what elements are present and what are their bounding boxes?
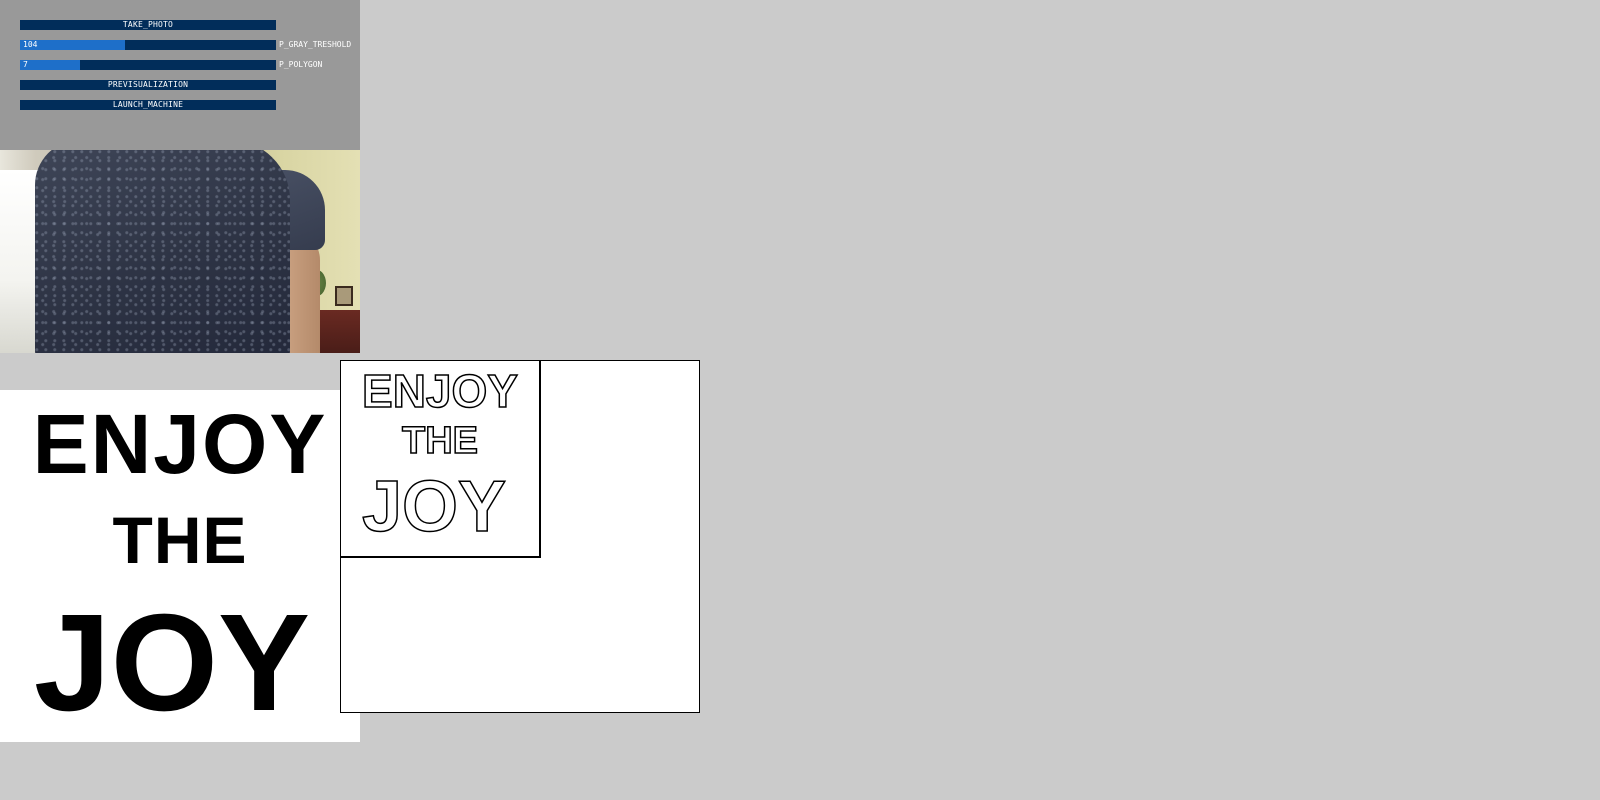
polygon-fill	[20, 60, 81, 70]
preview-line-enjoy: ENJOY	[361, 364, 518, 418]
camera-shirt	[35, 150, 290, 353]
source-line-enjoy: ENJOY	[32, 397, 328, 491]
source-line-joy: JOY	[33, 586, 311, 740]
gray-threshold-slider[interactable]: 104	[20, 40, 276, 50]
take-photo-button[interactable]: TAKE_PHOTO	[20, 20, 276, 30]
previsualization-label: PREVISUALIZATION	[107, 80, 189, 89]
launch-machine-label: LAUNCH_MACHINE	[112, 100, 184, 109]
previsualization-button[interactable]: PREVISUALIZATION	[20, 80, 276, 90]
polygon-value: 7	[23, 60, 28, 69]
polygon-label: P_POLYGON	[279, 60, 323, 69]
take-photo-label: TAKE_PHOTO	[122, 20, 174, 29]
preview-line-the: THE	[401, 419, 479, 463]
app-window: TAKE_PHOTO 104 P_GRAY_TRESHOLD 7 P_POLYG…	[0, 0, 1600, 800]
launch-machine-button[interactable]: LAUNCH_MACHINE	[20, 100, 276, 110]
source-line-the: THE	[112, 503, 248, 577]
preview-line-joy: JOY	[361, 466, 507, 548]
gray-threshold-label: P_GRAY_TRESHOLD	[279, 40, 352, 49]
gray-threshold-value: 104	[23, 40, 38, 49]
control-panel: TAKE_PHOTO 104 P_GRAY_TRESHOLD 7 P_POLYG…	[0, 0, 360, 150]
preview-canvas: ENJOY THE JOY	[340, 360, 700, 713]
polygon-slider[interactable]: 7	[20, 60, 276, 70]
preview-outline-box: ENJOY THE JOY	[341, 361, 541, 558]
camera-shelf	[315, 310, 360, 353]
camera-picture-frame	[335, 286, 353, 306]
camera-feed	[0, 150, 360, 353]
source-image: ENJOY THE JOY	[0, 390, 360, 742]
